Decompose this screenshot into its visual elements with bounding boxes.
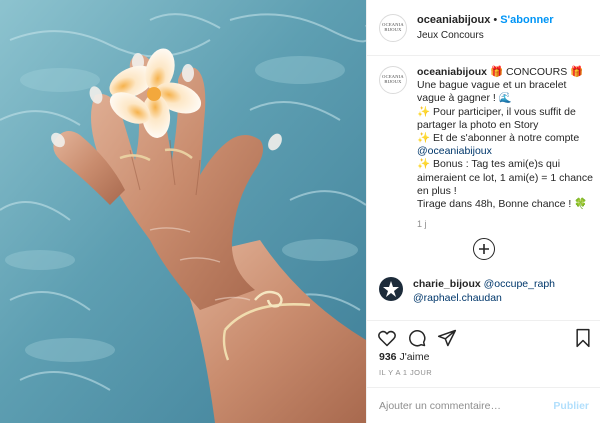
brand-logo: OCEANIA BIJOUX [382,21,404,32]
caption-line: ✨ Pour participer, il vous suffit de [417,105,576,118]
share-icon[interactable] [437,328,457,348]
header-top-line: oceaniabijoux • S'abonner [417,13,554,28]
header-text: oceaniabijoux • S'abonner Jeux Concours [417,13,554,43]
header-separator: • [493,13,498,26]
location-link[interactable]: Jeux Concours [417,28,554,43]
gift-icon: 🎁 [489,66,504,78]
caption-text: oceaniabijoux 🎁 CONCOURS 🎁 Une bague vag… [417,66,593,231]
star-logo-icon [383,281,399,297]
caption-line: ✨ Bonus : Tag tes ami(e)s qui [417,158,561,171]
caption-line: Tirage dans 48h, Bonne chance ! 🍀 [417,198,588,211]
caption-line: vague à gagner ! 🌊 [417,92,512,105]
header-username[interactable]: oceaniabijoux [417,14,490,26]
caption-mention[interactable]: @oceaniabijoux [417,145,593,158]
caption-username[interactable]: oceaniabijoux [417,66,487,78]
caption-line: aimeraient ce lot, 1 ami(e) = 1 chance [417,171,593,184]
load-more-comments-button[interactable] [473,238,495,260]
comment-item: charie_bijoux @occupe_raph @raphael.chau… [379,277,555,305]
sparkle-icon: ✨ [417,132,431,145]
commenter-avatar[interactable] [379,277,403,301]
publish-button[interactable]: Publier [553,400,589,412]
post-photo[interactable] [0,0,366,423]
add-comment-bar: Publier [367,387,600,423]
comment-mention[interactable]: @occupe_raph [484,278,555,290]
likes-label: J'aime [399,351,430,363]
bookmark-icon[interactable] [573,328,593,348]
comment-icon[interactable] [407,328,427,348]
caption-title: CONCOURS [505,66,568,78]
caption-avatar-logo: OCEANIA BIJOUX [382,74,404,84]
caption-avatar[interactable]: OCEANIA BIJOUX [379,66,407,94]
comment-text: charie_bijoux @occupe_raph @raphael.chau… [413,277,555,305]
comments-section: OCEANIA BIJOUX oceaniabijoux 🎁 CONCOURS … [367,57,600,320]
plus-circle-icon [479,244,489,254]
comment-input[interactable] [379,399,554,412]
caption-line: ✨ Et de s'abonner à notre compte [417,132,580,145]
follow-button[interactable]: S'abonner [500,14,553,26]
post-date: IL Y A 1 JOUR [379,368,433,377]
post-side-panel: OCEANIA BIJOUX oceaniabijoux • S'abonner J… [366,0,600,423]
sparkle-icon: ✨ [417,158,431,171]
likes-count[interactable]: 936 J'aime [379,351,429,363]
profile-avatar[interactable]: OCEANIA BIJOUX [379,13,407,42]
action-icons [377,328,457,348]
caption-age: 1 j [417,219,427,230]
likes-number: 936 [379,351,397,363]
hand-in-water-image [0,0,366,423]
caption-first-line: oceaniabijoux 🎁 CONCOURS 🎁 [417,66,593,79]
caption-line: partager la photo en Story [417,118,539,131]
heart-icon[interactable] [377,328,397,348]
sparkle-icon: ✨ [417,105,431,118]
post-header: OCEANIA BIJOUX oceaniabijoux • S'abonner J… [367,0,600,56]
caption-line: en plus ! [417,184,457,197]
caption: OCEANIA BIJOUX oceaniabijoux 🎁 CONCOURS … [379,66,593,231]
gift-icon: 🎁 [570,66,584,78]
instagram-post: OCEANIA BIJOUX oceaniabijoux • S'abonner J… [0,0,600,423]
comment-mention[interactable]: @raphael.chaudan [413,291,555,305]
commenter-username[interactable]: charie_bijoux [413,278,481,290]
caption-line: Une bague vague et un bracelet [417,79,567,92]
